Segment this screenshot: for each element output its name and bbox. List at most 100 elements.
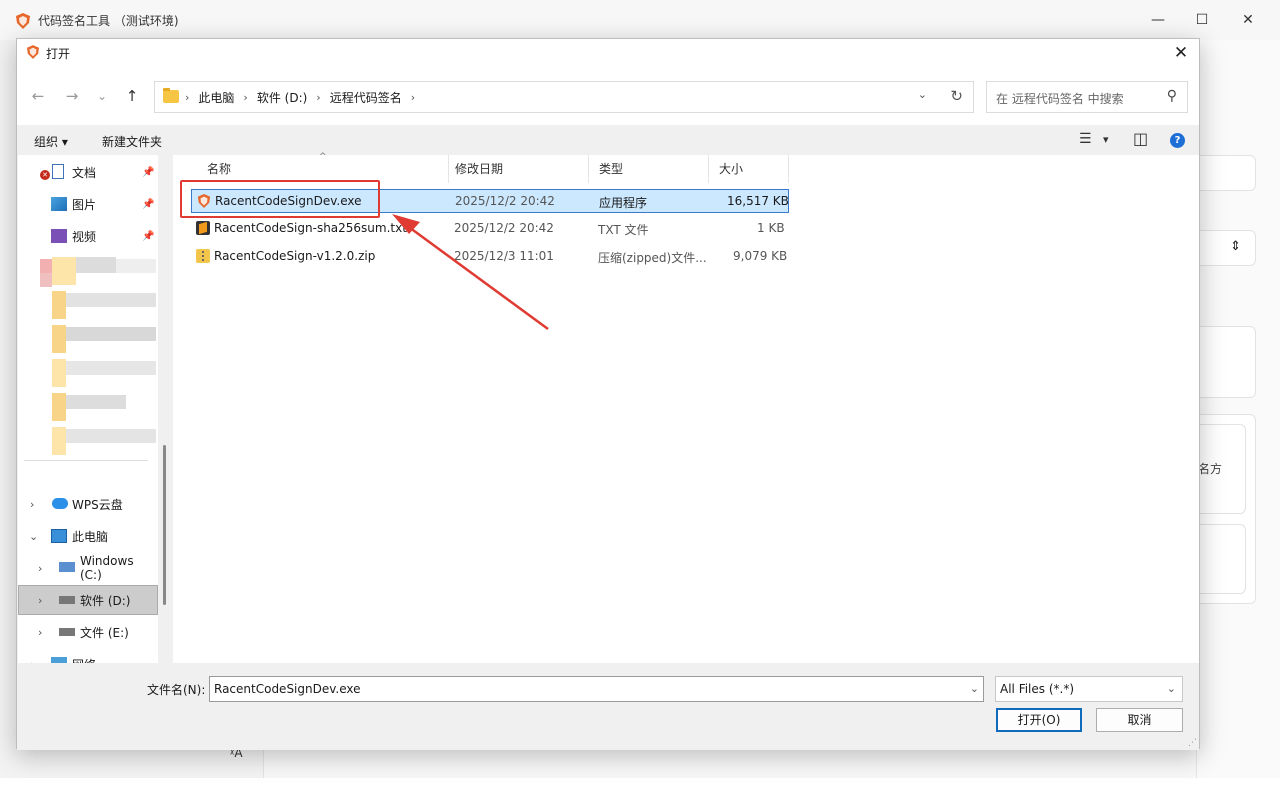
breadcrumb: › 此电脑 › 软件 (D:) › 远程代码签名 › [185,82,424,112]
app-close-button[interactable]: ✕ [1236,10,1260,30]
filename-dropdown-icon[interactable]: ⌄ [970,682,979,695]
resize-grip-icon[interactable]: ⋰ [1188,738,1197,748]
navigation-scrollbar[interactable] [163,445,166,605]
column-header-type[interactable]: 类型 [589,155,709,183]
dialog-title: 打开 [46,47,71,61]
collapse-chevron-icon[interactable]: ⌄ [29,530,38,543]
address-history-dropdown-icon[interactable]: ⌄ [918,88,927,101]
sidebar-item-label: 此电脑 [72,529,109,544]
sidebar-item-drive-d[interactable]: › 软件 (D:) [18,585,158,615]
file-type: 应用程序 [599,196,648,210]
file-modified: 2025/12/2 20:42 [455,194,555,208]
documents-icon [52,164,64,179]
file-name: RacentCodeSign-v1.2.0.zip [214,249,376,263]
cancel-button[interactable]: 取消 [1096,708,1183,732]
sidebar-item-label: 软件 (D:) [80,593,131,608]
search-input[interactable]: 在 远程代码签名 中搜索 ⚲ [986,81,1188,113]
expand-chevron-icon[interactable]: › [30,498,34,511]
breadcrumb-separator[interactable]: › [316,91,320,104]
app-content-panel [1196,40,1280,780]
file-size: 9,079 KB [733,249,788,263]
file-size: 1 KB [757,221,785,235]
drive-icon [59,596,75,604]
file-name: RacentCodeSignDev.exe [215,194,362,208]
shield-app-icon [197,194,211,208]
dialog-titlebar: 打开 ✕ [17,39,1199,67]
chevron-down-icon[interactable]: ⌄ [1167,682,1176,695]
breadcrumb-separator[interactable]: › [243,91,247,104]
sidebar-item-documents[interactable]: ✕ 文档 📌 [18,157,158,187]
sidebar-item-label: 文件 (E:) [80,625,129,640]
sidebar-item-network[interactable]: › 网络 [18,649,158,663]
cloud-icon [52,498,68,509]
sidebar-item-videos[interactable]: 视频 📌 [18,221,158,251]
organize-menu-button[interactable]: 组织 ▾ [34,133,68,150]
view-options-dropdown-icon[interactable]: ▾ [1103,133,1109,146]
pictures-icon [51,197,67,211]
sublime-text-file-icon [196,221,210,235]
sidebar-item-label: 网络 [72,656,96,664]
address-bar[interactable]: › 此电脑 › 软件 (D:) › 远程代码签名 › ⌄ ↻ [154,81,974,113]
sidebar-item-label: 文档 [72,165,97,180]
expand-chevron-icon[interactable]: › [38,562,42,575]
view-list-icon[interactable]: ☰ [1079,131,1092,147]
forward-arrow-icon[interactable]: → [61,85,83,107]
zip-folder-icon [196,249,210,263]
file-row-zip[interactable]: RacentCodeSign-v1.2.0.zip 2025/12/3 11:0… [191,245,789,269]
up-arrow-icon[interactable]: ↑ [121,85,143,107]
close-icon[interactable]: ✕ [1169,41,1193,65]
sidebar-item-drive-e[interactable]: › 文件 (E:) [18,617,158,647]
new-folder-button[interactable]: 新建文件夹 [102,133,162,150]
refresh-icon[interactable]: ↻ [950,87,963,105]
back-arrow-icon[interactable]: ← [27,85,49,107]
drive-icon [59,628,75,636]
file-type-filter-select[interactable]: All Files (*.*) ⌄ [995,676,1183,702]
open-file-dialog: 打开 ✕ ← → ⌄ ↑ › 此电脑 › 软件 (D:) › 远程代码签名 › … [16,38,1200,750]
expand-chevron-icon[interactable]: › [38,626,42,639]
file-size: 16,517 KB [727,194,789,208]
sidebar-item-wps-cloud[interactable]: › WPS云盘 [18,489,158,519]
minimize-button[interactable]: — [1146,10,1170,30]
open-button[interactable]: 打开(O) [996,708,1082,732]
sidebar-item-drive-c[interactable]: › Windows (C:) [18,553,158,583]
filename-label: 文件名(N): [147,683,206,697]
sidebar-item-this-pc[interactable]: ⌄ 此电脑 [18,521,158,551]
nav-divider [24,460,148,461]
help-icon[interactable]: ? [1170,133,1185,148]
file-row-txt[interactable]: RacentCodeSign-sha256sum.txt 2025/12/2 2… [191,217,789,241]
column-header-size[interactable]: 大小 [709,155,789,183]
file-type: 压缩(zipped)文件... [598,251,707,265]
filename-input[interactable]: RacentCodeSignDev.exe ⌄ [209,676,984,702]
pin-icon[interactable]: 📌 [142,167,154,178]
pin-icon[interactable]: 📌 [142,231,154,242]
breadcrumb-current-folder[interactable]: 远程代码签名 [330,89,402,106]
maximize-button[interactable]: ☐ [1190,10,1214,30]
breadcrumb-this-pc[interactable]: 此电脑 [198,89,234,106]
dialog-footer: 文件名(N): RacentCodeSignDev.exe ⌄ All File… [17,663,1199,750]
recent-locations-chevron-icon[interactable]: ⌄ [91,85,113,107]
file-modified: 2025/12/3 11:01 [454,249,554,263]
sidebar-item-label: Windows (C:) [80,554,134,582]
file-list: ^ 名称 修改日期 类型 大小 RacentCodeSignDev.exe 20… [173,152,1199,663]
file-row-exe[interactable]: RacentCodeSignDev.exe 2025/12/2 20:42 应用… [191,189,789,213]
breadcrumb-separator[interactable]: › [411,91,415,104]
file-type: TXT 文件 [598,223,649,237]
search-icon[interactable]: ⚲ [1167,88,1177,104]
file-modified: 2025/12/2 20:42 [454,221,554,235]
app-titlebar: 代码签名工具 （测试环境) — ☐ ✕ [0,0,1280,40]
pin-icon[interactable]: 📌 [142,199,154,210]
sidebar-item-label: 视频 [72,229,97,244]
column-header-modified[interactable]: 修改日期 [445,155,589,183]
expand-chevron-icon[interactable]: › [38,594,42,607]
breadcrumb-separator: › [185,90,190,104]
file-type-filter-value: All Files (*.*) [1000,682,1075,696]
breadcrumb-drive-d[interactable]: 软件 (D:) [257,89,307,106]
folder-icon [163,88,179,103]
sidebar-item-label: WPS云盘 [72,497,123,512]
file-name: RacentCodeSign-sha256sum.txt [214,221,407,235]
app-side-text: 名方 [1198,462,1223,476]
sidebar-item-pictures[interactable]: 图片 📌 [18,189,158,219]
preview-pane-icon[interactable]: ◫ [1133,129,1148,148]
windows-drive-icon [59,562,75,572]
column-header-name[interactable]: 名称 [197,155,449,183]
